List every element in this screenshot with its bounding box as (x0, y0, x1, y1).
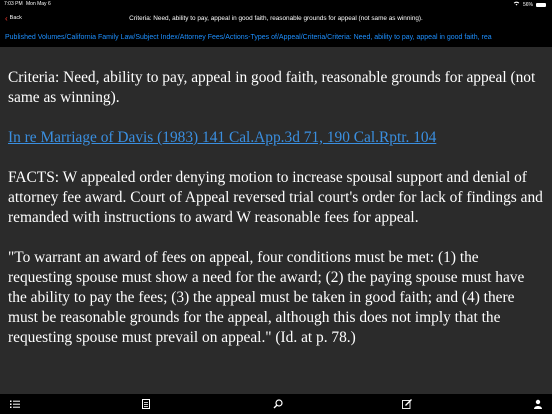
edit-icon[interactable] (401, 398, 413, 410)
page-title: Criteria: Need, ability to pay, appeal i… (129, 15, 423, 22)
search-icon[interactable] (272, 398, 284, 410)
quote-paragraph: "To warrant an award of fees on appeal, … (8, 249, 525, 346)
person-icon[interactable] (532, 398, 544, 410)
case-link[interactable]: In re Marriage of Davis (1983) 141 Cal.A… (8, 129, 436, 146)
nav-bar: ‹ Back Criteria: Need, ability to pay, a… (0, 9, 552, 29)
battery-percent: 56% (522, 1, 533, 8)
facts-paragraph: FACTS: W appealed order denying motion t… (8, 169, 543, 226)
status-date: Mon May 6 (26, 1, 51, 7)
document-icon[interactable] (140, 398, 152, 410)
breadcrumb[interactable]: Published Volumes/California Family Law/… (0, 29, 552, 47)
wifi-icon (513, 1, 520, 8)
criteria-heading: Criteria: Need, ability to pay, appeal i… (8, 69, 536, 106)
document-content: Criteria: Need, ability to pay, appeal i… (0, 47, 552, 394)
status-time: 7:03 PM (4, 1, 23, 7)
bottom-toolbar (0, 394, 552, 414)
list-icon[interactable] (9, 398, 21, 410)
status-bar: 7:03 PM Mon May 6 56% (0, 0, 552, 9)
status-right: 56% (513, 1, 546, 8)
battery-icon (536, 2, 546, 7)
